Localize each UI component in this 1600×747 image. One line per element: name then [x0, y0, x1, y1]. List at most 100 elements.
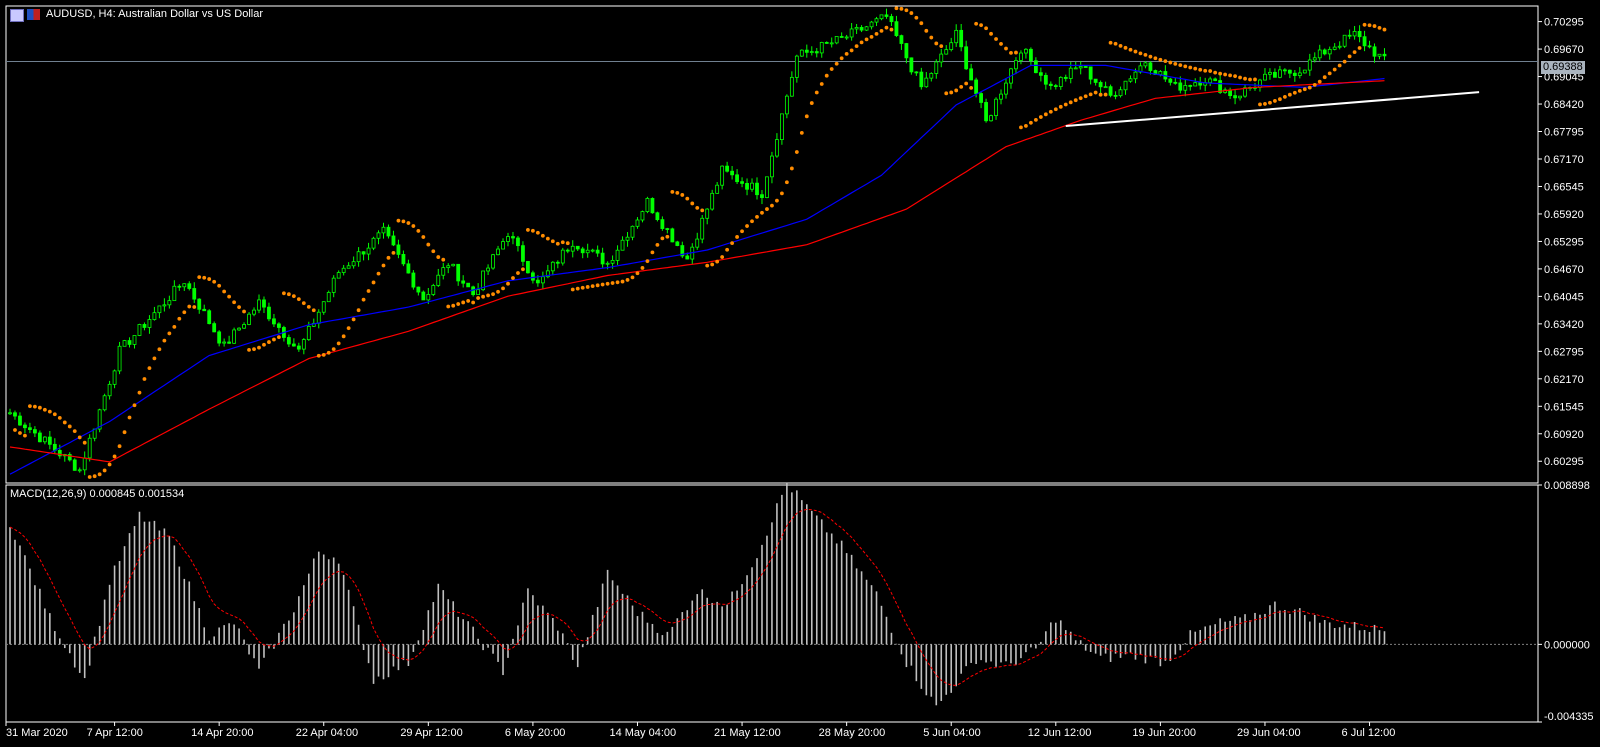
sar-dot — [1088, 92, 1093, 97]
sar-dot — [247, 348, 251, 352]
candle-body — [819, 42, 824, 54]
candle-body — [351, 261, 356, 267]
candle-body — [1268, 71, 1272, 75]
sar-dot — [13, 428, 17, 432]
candle-body — [1038, 72, 1043, 76]
candle-body — [37, 432, 42, 443]
sar-dot — [137, 390, 142, 395]
candle-body — [1347, 34, 1352, 37]
candle-body — [117, 345, 122, 372]
sar-dot — [476, 296, 481, 300]
sar-dot — [550, 239, 555, 244]
price-axis-label: 0.69670 — [1544, 44, 1584, 56]
candle-body — [301, 339, 306, 350]
sar-dot — [984, 26, 988, 31]
candle-body — [1093, 78, 1098, 83]
sar-dot — [1347, 54, 1352, 59]
macd-indicator-label: MACD(12,26,9) 0.000845 0.001534 — [10, 488, 185, 500]
chart-window[interactable]: 0.70295 0.69670 0.69045 0.68420 0.67795 0.671… — [0, 0, 1600, 742]
candle-body — [770, 155, 774, 178]
sar-dot — [67, 424, 72, 429]
candle-body — [252, 309, 256, 315]
sar-dot — [695, 205, 700, 210]
candle-body — [1108, 86, 1113, 96]
candle-body — [496, 248, 500, 256]
time-axis-label: 29 Apr 12:00 — [400, 727, 462, 739]
candle-body — [964, 46, 969, 70]
candle-body — [127, 340, 132, 345]
candle-body — [391, 235, 396, 246]
candle-body — [316, 311, 321, 324]
price-axis-label: 0.60295 — [1544, 456, 1584, 468]
price-axis-label: 0.66545 — [1544, 181, 1584, 193]
sar-dot — [889, 27, 894, 32]
candle-body — [610, 260, 615, 264]
sar-dot — [197, 275, 202, 280]
sar-dot — [745, 224, 749, 228]
candle-body — [1282, 69, 1287, 72]
candle-body — [1263, 73, 1267, 81]
sar-dot — [1153, 56, 1158, 61]
candle-body — [47, 436, 52, 445]
candle-body — [1133, 71, 1138, 80]
candle-body — [869, 21, 874, 28]
sar-dot — [262, 342, 266, 347]
sar-dot — [501, 286, 505, 291]
candle-body — [849, 28, 854, 38]
chart-canvas[interactable]: 0.702950.696700.690450.684200.677950.671… — [0, 0, 1600, 742]
sar-dot — [122, 430, 127, 435]
sar-dot — [705, 263, 710, 268]
sar-dot — [715, 259, 720, 264]
price-axis-label: 0.60920 — [1544, 429, 1584, 441]
sar-dot — [331, 347, 336, 352]
candle-body — [441, 267, 446, 276]
sar-dot — [1078, 96, 1083, 101]
candle-body — [1058, 76, 1063, 88]
sar-dot — [107, 462, 112, 467]
sar-dot — [924, 28, 929, 33]
sar-dot — [531, 228, 535, 233]
time-axis-label: 14 May 04:00 — [609, 727, 676, 739]
candle-body — [381, 226, 386, 234]
sar-dot — [391, 250, 396, 255]
candle-body — [237, 327, 241, 331]
candle-body — [969, 68, 974, 81]
sar-dot — [272, 337, 276, 342]
sar-dot — [1108, 40, 1113, 45]
candle-body — [152, 312, 157, 320]
candle-body — [366, 247, 371, 255]
sar-dot — [1228, 73, 1232, 78]
sar-dot — [720, 255, 725, 259]
sar-dot — [326, 350, 331, 355]
chart-window-icon[interactable] — [10, 9, 24, 22]
sar-dot — [257, 345, 261, 350]
candle-body — [645, 198, 650, 212]
candle-body — [595, 249, 600, 254]
sar-dot — [421, 235, 426, 239]
sar-dot — [42, 407, 47, 412]
candle-body — [765, 176, 769, 198]
price-axis-label: 0.64670 — [1544, 264, 1584, 276]
candle-body — [620, 239, 625, 251]
candle-body — [1238, 95, 1242, 99]
candle-body — [555, 261, 560, 264]
candle-body — [939, 53, 944, 63]
candle-body — [789, 76, 794, 97]
price-axis-label: 0.64045 — [1544, 291, 1584, 303]
sar-dot — [57, 415, 62, 420]
candle-body — [531, 272, 535, 281]
sar-dot — [765, 207, 769, 211]
sar-dot — [854, 44, 859, 49]
candle-body — [82, 457, 87, 471]
sar-dot — [650, 250, 655, 255]
candle-body — [1213, 78, 1218, 81]
price-axis-label: 0.67795 — [1544, 127, 1584, 139]
candle-body — [949, 42, 954, 51]
sar-dot — [540, 233, 545, 238]
sar-dot — [919, 21, 924, 26]
sar-dot — [311, 308, 316, 313]
candle-body — [1367, 45, 1372, 48]
sar-dot — [306, 304, 311, 309]
sar-dot — [207, 277, 212, 281]
candle-body — [675, 241, 680, 246]
